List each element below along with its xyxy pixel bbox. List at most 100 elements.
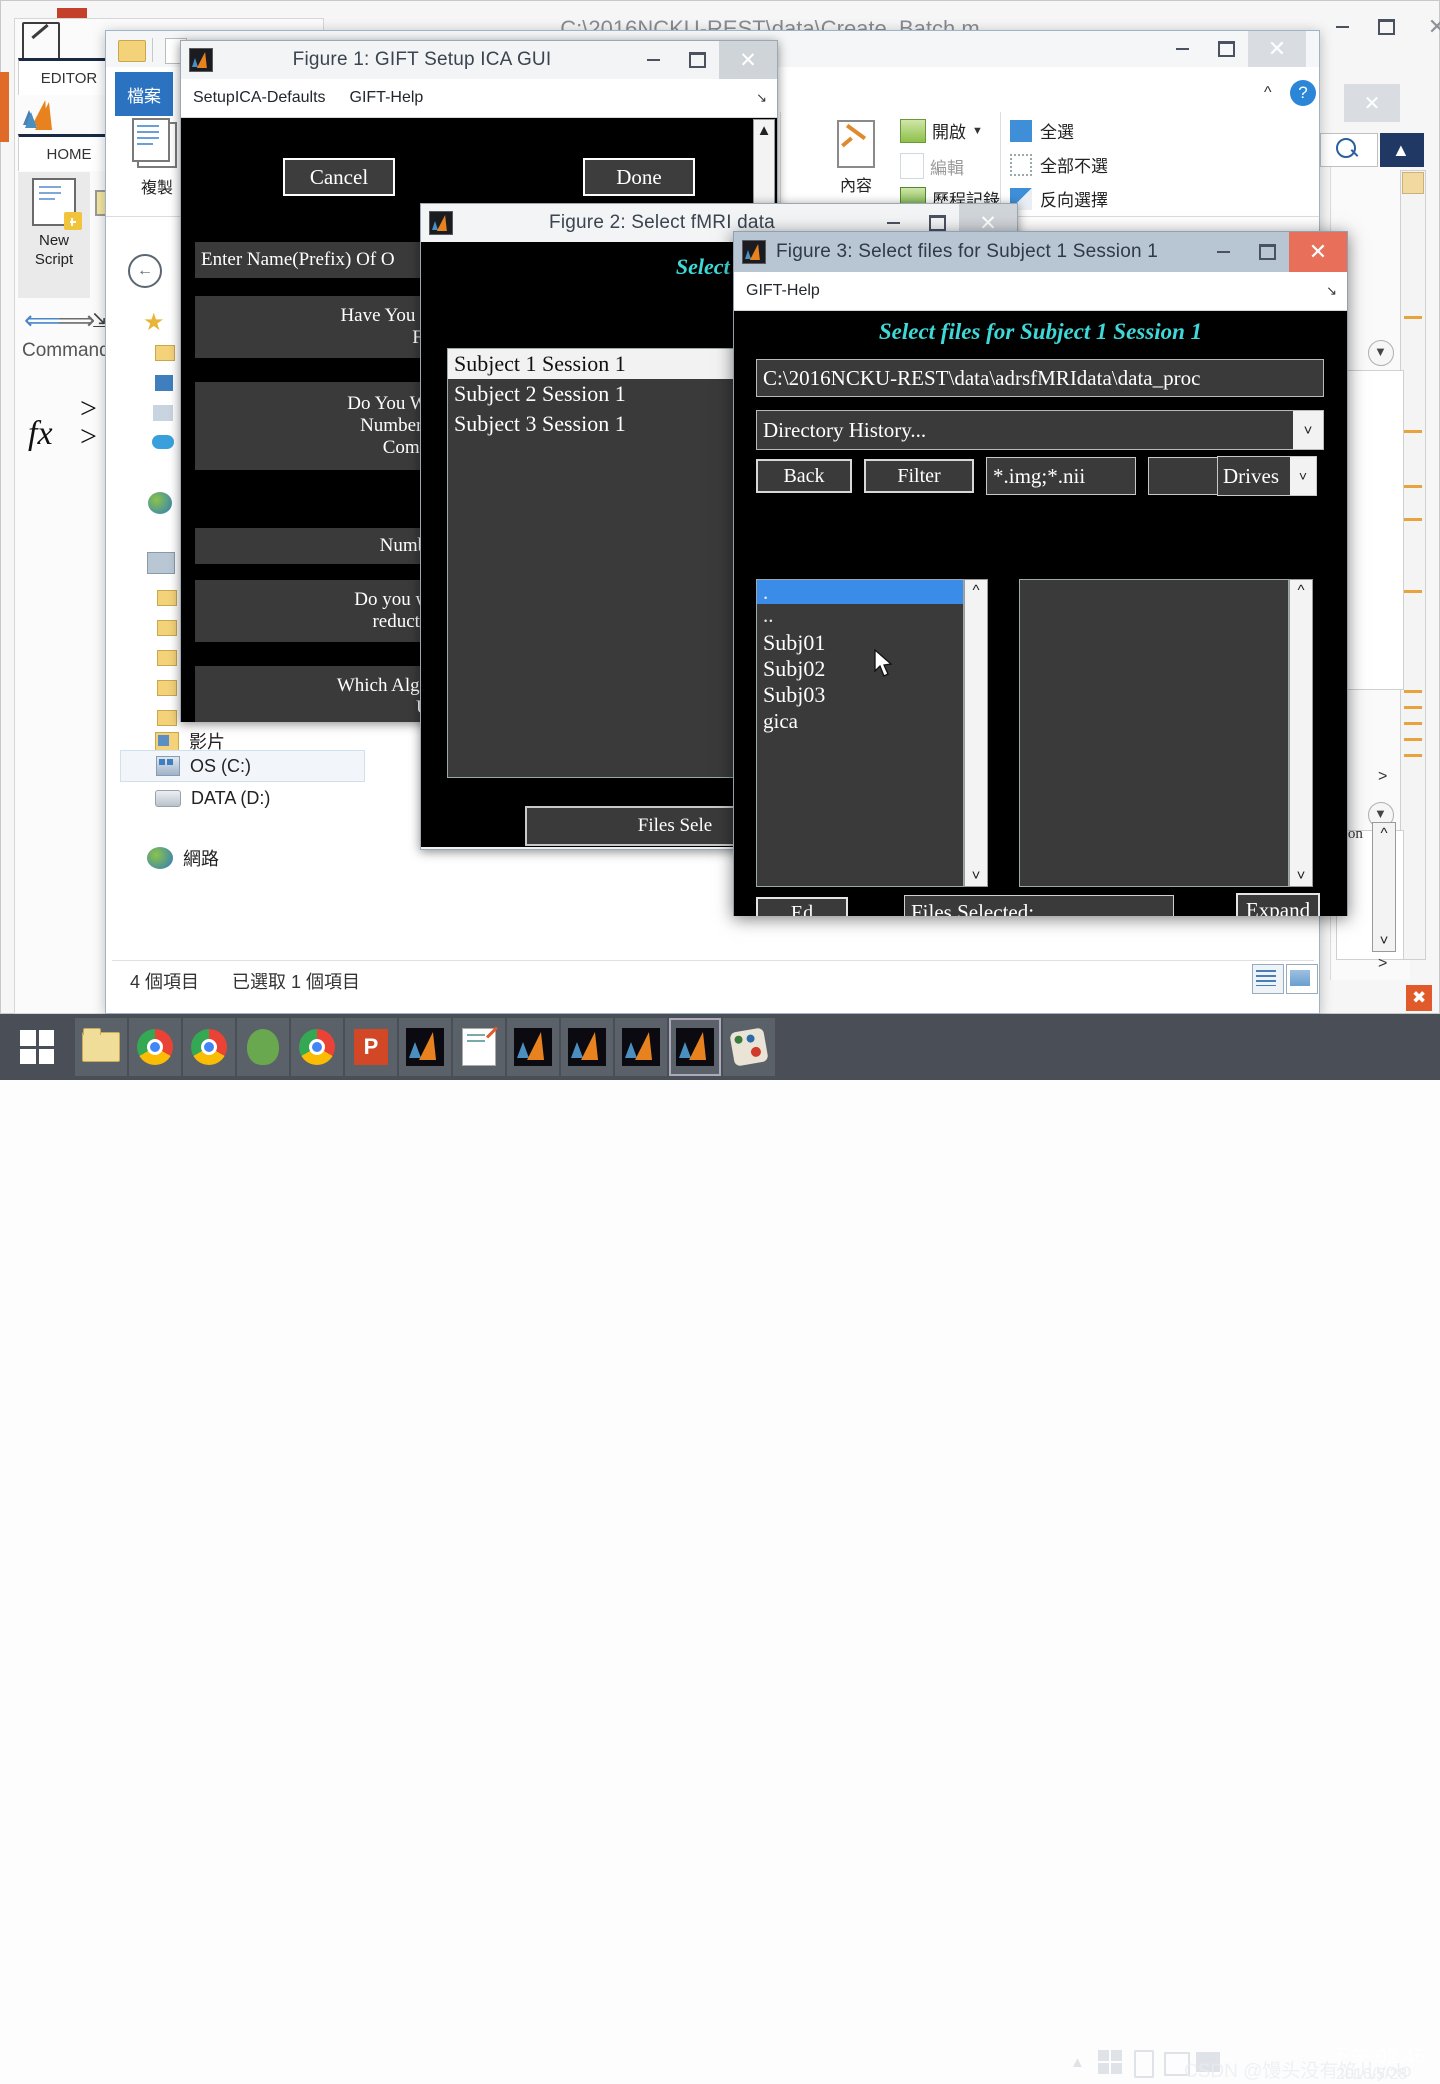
back-button[interactable]: Back <box>756 459 852 493</box>
figure1-menubar[interactable]: SetupICA-Defaults GIFT-Help ↘ <box>181 79 777 118</box>
start-button[interactable] <box>1 1018 73 1076</box>
workspace-scrollbar[interactable]: ^ ˅ <box>1372 822 1396 952</box>
scroll-down-icon[interactable]: ˅ <box>972 865 981 886</box>
taskbar[interactable]: P ▲ 下午 02:45 2016/5/28 CSDN @馒头没有馅儿yolo <box>0 1014 1440 2083</box>
menu-gift-help[interactable]: GIFT-Help <box>338 89 436 107</box>
filter-pattern-input[interactable]: *.img;*.nii <box>986 457 1136 495</box>
taskbar-paint-app[interactable] <box>723 1018 775 1076</box>
figure1-close-button[interactable]: ✕ <box>719 41 777 79</box>
explorer-ribbon-collapse-icon[interactable]: ^ <box>1264 84 1272 102</box>
list-item[interactable]: Subj01 <box>757 630 963 656</box>
matlab-window-controls[interactable]: ✕ <box>1320 8 1440 46</box>
taskbar-file-explorer[interactable] <box>75 1018 127 1076</box>
explorer-help-icon[interactable]: ? <box>1290 80 1316 106</box>
path-input[interactable]: C:\2016NCKU-REST\data\adrsfMRIdata\data_… <box>756 359 1324 397</box>
filter-button[interactable]: Filter <box>864 459 974 493</box>
nav-tree-computer-icon[interactable] <box>147 552 175 574</box>
ed-button[interactable]: Ed <box>756 897 848 916</box>
figure3-window[interactable]: Figure 3: Select files for Subject 1 Ses… <box>733 231 1348 916</box>
figure3-titlebar[interactable]: Figure 3: Select files for Subject 1 Ses… <box>734 232 1347 272</box>
explorer-properties-button[interactable]: 內容 <box>820 120 892 212</box>
scroll-up-icon[interactable]: ^ <box>1380 823 1387 844</box>
nav-item-network[interactable]: 網路 <box>147 845 219 871</box>
taskbar-matlab-main[interactable] <box>399 1018 451 1076</box>
nav-tree-folder-2[interactable] <box>157 590 177 606</box>
file-listbox-scrollbar[interactable]: ^ ˅ <box>1289 579 1313 887</box>
tab-editor[interactable]: EDITOR <box>18 58 119 95</box>
nav-tree-download-icon[interactable] <box>153 405 173 421</box>
figure3-maximize-button[interactable] <box>1245 232 1289 272</box>
files-selected-field[interactable]: Files Selected: <box>904 895 1174 916</box>
figure1-maximize-button[interactable] <box>675 41 719 79</box>
scroll-up-icon[interactable]: ^ <box>972 580 979 601</box>
matlab-minimize-button[interactable] <box>1320 8 1364 46</box>
second-close-button[interactable]: ✕ <box>1344 84 1400 122</box>
nav-item-os-c[interactable]: OS (C:) <box>120 750 365 782</box>
directory-listbox[interactable]: . .. Subj01 Subj02 Subj03 gica <box>756 579 964 887</box>
nav-tree-folder-6[interactable] <box>157 710 177 726</box>
taskbar-notepad[interactable] <box>453 1018 505 1076</box>
nav-item-data-d[interactable]: DATA (D:) <box>155 788 270 809</box>
list-item[interactable]: Subj03 <box>757 682 963 708</box>
nav-tree-folder-5[interactable] <box>157 680 177 696</box>
explorer-window-controls[interactable]: ✕ <box>1160 31 1306 67</box>
directory-listbox-scrollbar[interactable]: ^ ˅ <box>964 579 988 887</box>
taskbar-powerpoint[interactable]: P <box>345 1018 397 1076</box>
drives-select[interactable]: Drives ˅ <box>1217 456 1317 496</box>
new-script-button[interactable]: New Script <box>18 172 90 298</box>
workspace-more-2[interactable]: > <box>1378 955 1387 973</box>
menubar-overflow-icon[interactable]: ↘ <box>756 90 767 106</box>
menu-setupica-defaults[interactable]: SetupICA-Defaults <box>181 89 338 107</box>
list-item[interactable]: gica <box>757 708 963 734</box>
taskbar-chrome-1[interactable] <box>129 1018 181 1076</box>
explorer-open-button[interactable]: 開啟 ▼ <box>900 118 983 143</box>
tab-home[interactable]: HOME <box>18 134 119 171</box>
list-item[interactable]: Subj02 <box>757 656 963 682</box>
chevron-down-icon[interactable]: ˅ <box>1290 457 1316 495</box>
explorer-edit-button[interactable]: 編輯 <box>900 153 964 179</box>
tray-battery-icon[interactable] <box>1134 2050 1154 2078</box>
fx-icon[interactable]: fx <box>28 415 53 453</box>
taskbar-chrome-3[interactable] <box>291 1018 343 1076</box>
matlab-close-button[interactable]: ✕ <box>1408 8 1440 46</box>
figure1-minimize-button[interactable] <box>631 41 675 79</box>
list-item[interactable]: . <box>757 580 963 604</box>
chevron-down-icon[interactable]: ˅ <box>1293 411 1323 449</box>
nav-tree-network-group-icon[interactable] <box>148 492 172 514</box>
menubar-overflow-icon[interactable]: ↘ <box>1326 283 1337 299</box>
figure1-titlebar[interactable]: Figure 1: GIFT Setup ICA GUI ✕ <box>181 41 777 79</box>
tray-windows-icon[interactable] <box>1098 2050 1122 2074</box>
explorer-tab-file[interactable]: 檔案 <box>115 72 173 116</box>
explorer-copy-button[interactable]: 複製 <box>126 118 188 212</box>
directory-history-select[interactable]: Directory History... ˅ <box>756 410 1324 450</box>
figure3-close-button[interactable]: ✕ <box>1289 232 1347 272</box>
explorer-close-button[interactable]: ✕ <box>1248 31 1306 67</box>
scroll-up-icon[interactable]: ^ <box>1297 580 1304 601</box>
list-item[interactable]: .. <box>757 604 963 630</box>
menu-gift-help[interactable]: GIFT-Help <box>734 282 832 300</box>
nav-back-icon[interactable]: ⟸ <box>24 305 61 336</box>
nav-tree-folder-1[interactable] <box>155 345 175 361</box>
minimap-thumb[interactable] <box>1402 172 1424 194</box>
taskbar-matlab-fig-c[interactable] <box>615 1018 667 1076</box>
taskbar-chrome-2[interactable] <box>183 1018 235 1076</box>
figure3-minimize-button[interactable] <box>1201 232 1245 272</box>
nav-forward-icon[interactable]: ⟹ <box>58 305 95 336</box>
scroll-down-icon[interactable]: ˅ <box>1380 930 1389 951</box>
tray-expand-icon[interactable]: ▲ <box>1070 2054 1085 2071</box>
open-chevron-down-icon[interactable]: ▼ <box>972 125 983 137</box>
explorer-select-none-button[interactable]: 全部不選 <box>1010 152 1108 177</box>
matlab-maximize-button[interactable] <box>1364 8 1408 46</box>
taskbar-matlab-fig-b[interactable] <box>561 1018 613 1076</box>
explorer-invert-button[interactable]: 反向選擇 <box>1010 186 1108 211</box>
taskbar-matlab-fig-a[interactable] <box>507 1018 559 1076</box>
scroll-down-icon[interactable]: ˅ <box>1297 865 1306 886</box>
taskbar-matlab-fig-d[interactable] <box>669 1018 721 1076</box>
nav-tree-folder-3[interactable] <box>157 620 177 636</box>
nav-tree-folder-4[interactable] <box>157 650 177 666</box>
nav-tree-desktop-icon[interactable] <box>155 375 173 391</box>
done-button[interactable]: Done <box>583 158 695 196</box>
figure1-scroll-up-icon[interactable]: ▲ <box>757 120 772 141</box>
explorer-select-all-button[interactable]: 全選 <box>1010 118 1074 143</box>
explorer-maximize-button[interactable] <box>1204 31 1248 67</box>
